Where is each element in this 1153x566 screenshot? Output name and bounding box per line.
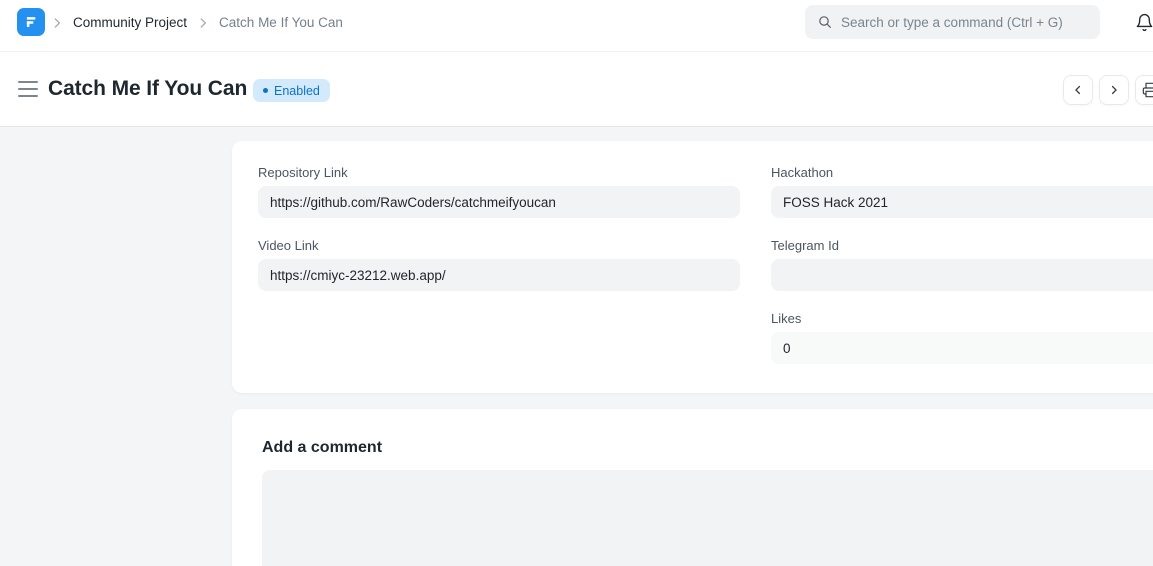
bell-icon bbox=[1135, 13, 1153, 32]
form-grid: Repository Link Video Link Hackathon Tel… bbox=[258, 165, 1153, 384]
chevron-right-icon bbox=[1107, 83, 1121, 97]
form-column-right: Hackathon Telegram Id Likes bbox=[771, 165, 1153, 384]
field-label: Repository Link bbox=[258, 165, 740, 180]
hackathon-input[interactable] bbox=[771, 186, 1153, 218]
chevron-right-icon bbox=[196, 16, 210, 30]
print-button[interactable] bbox=[1135, 75, 1153, 105]
top-navbar: Community Project Catch Me If You Can Se… bbox=[0, 0, 1153, 52]
frappe-logo-icon bbox=[22, 13, 40, 31]
field-telegram-id: Telegram Id bbox=[771, 238, 1153, 291]
breadcrumb: Community Project Catch Me If You Can bbox=[50, 0, 343, 45]
add-comment-heading: Add a comment bbox=[262, 439, 1153, 457]
comments-section-card: Add a comment bbox=[232, 409, 1153, 566]
field-hackathon: Hackathon bbox=[771, 165, 1153, 218]
sidebar-toggle-button[interactable] bbox=[18, 81, 38, 97]
form-column-left: Repository Link Video Link bbox=[258, 165, 740, 384]
field-label: Likes bbox=[771, 311, 1153, 326]
notifications-button[interactable] bbox=[1131, 9, 1153, 35]
printer-icon bbox=[1142, 82, 1153, 98]
breadcrumb-item-current-doc[interactable]: Catch Me If You Can bbox=[219, 15, 343, 30]
comment-input[interactable] bbox=[262, 470, 1153, 566]
previous-document-button[interactable] bbox=[1063, 75, 1093, 105]
breadcrumb-item-community-project[interactable]: Community Project bbox=[73, 15, 187, 30]
global-search[interactable]: Search or type a command (Ctrl + G) bbox=[805, 5, 1100, 39]
next-document-button[interactable] bbox=[1099, 75, 1129, 105]
field-video-link: Video Link bbox=[258, 238, 740, 291]
chevron-left-icon bbox=[1071, 83, 1085, 97]
field-label: Video Link bbox=[258, 238, 740, 253]
video-link-input[interactable] bbox=[258, 259, 740, 291]
search-placeholder: Search or type a command (Ctrl + G) bbox=[841, 15, 1063, 30]
document-form-card: Repository Link Video Link Hackathon Tel… bbox=[232, 141, 1153, 393]
likes-input[interactable] bbox=[771, 332, 1153, 364]
telegram-id-input[interactable] bbox=[771, 259, 1153, 291]
field-label: Hackathon bbox=[771, 165, 1153, 180]
field-likes: Likes bbox=[771, 311, 1153, 364]
status-dot-icon bbox=[263, 88, 268, 93]
frappe-logo[interactable] bbox=[17, 8, 45, 36]
repository-link-input[interactable] bbox=[258, 186, 740, 218]
search-icon bbox=[817, 14, 833, 30]
page-header: Catch Me If You Can Enabled bbox=[0, 52, 1153, 127]
status-badge: Enabled bbox=[253, 79, 330, 102]
hamburger-icon bbox=[18, 81, 38, 83]
page-title: Catch Me If You Can bbox=[48, 77, 247, 101]
chevron-right-icon bbox=[50, 16, 64, 30]
field-label: Telegram Id bbox=[771, 238, 1153, 253]
status-badge-label: Enabled bbox=[274, 84, 320, 98]
field-repository-link: Repository Link bbox=[258, 165, 740, 218]
